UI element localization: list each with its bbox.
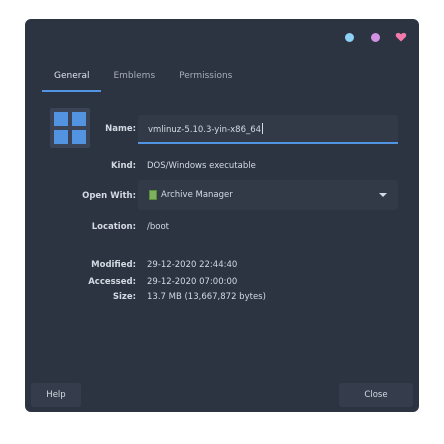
chevron-down-icon xyxy=(379,193,387,197)
tab-bar: General Emblems Permissions xyxy=(42,68,244,92)
size-label: Size: xyxy=(112,292,136,302)
name-value: vmlinuz-5.10.3-yin-x86_64 xyxy=(148,125,262,135)
size-value: 13.7 MB (13,667,872 bytes) xyxy=(147,292,266,302)
tab-general[interactable]: General xyxy=(42,68,102,92)
modified-value: 29-12-2020 22:44:40 xyxy=(147,260,238,270)
open-with-value: Archive Manager xyxy=(161,190,233,200)
heart-icon xyxy=(395,32,407,42)
tab-permissions[interactable]: Permissions xyxy=(167,68,244,92)
help-button[interactable]: Help xyxy=(31,383,81,407)
accessed-value: 29-12-2020 07:00:00 xyxy=(147,277,238,287)
titlebar xyxy=(25,19,419,55)
kind-label: Kind: xyxy=(110,161,136,171)
kind-value: DOS/Windows executable xyxy=(147,161,256,171)
modified-label: Modified: xyxy=(91,260,136,270)
location-label: Location: xyxy=(91,222,136,232)
location-value: /boot xyxy=(147,222,169,232)
text-cursor xyxy=(262,123,264,134)
name-label: Name: xyxy=(105,124,136,134)
open-with-dropdown[interactable]: Archive Manager xyxy=(138,180,398,210)
close-window-button[interactable] xyxy=(395,31,407,43)
minimize-button[interactable] xyxy=(345,33,354,42)
tab-emblems[interactable]: Emblems xyxy=(101,68,167,92)
maximize-button[interactable] xyxy=(371,33,380,42)
accessed-label: Accessed: xyxy=(88,277,136,287)
name-input[interactable]: vmlinuz-5.10.3-yin-x86_64 xyxy=(138,115,398,144)
archive-manager-icon xyxy=(149,190,157,200)
dialog-footer: Help Close xyxy=(25,375,419,412)
file-properties-window: General Emblems Permissions Name: vmlinu… xyxy=(25,19,419,412)
open-with-label: Open With: xyxy=(82,191,136,201)
close-button[interactable]: Close xyxy=(339,383,413,407)
